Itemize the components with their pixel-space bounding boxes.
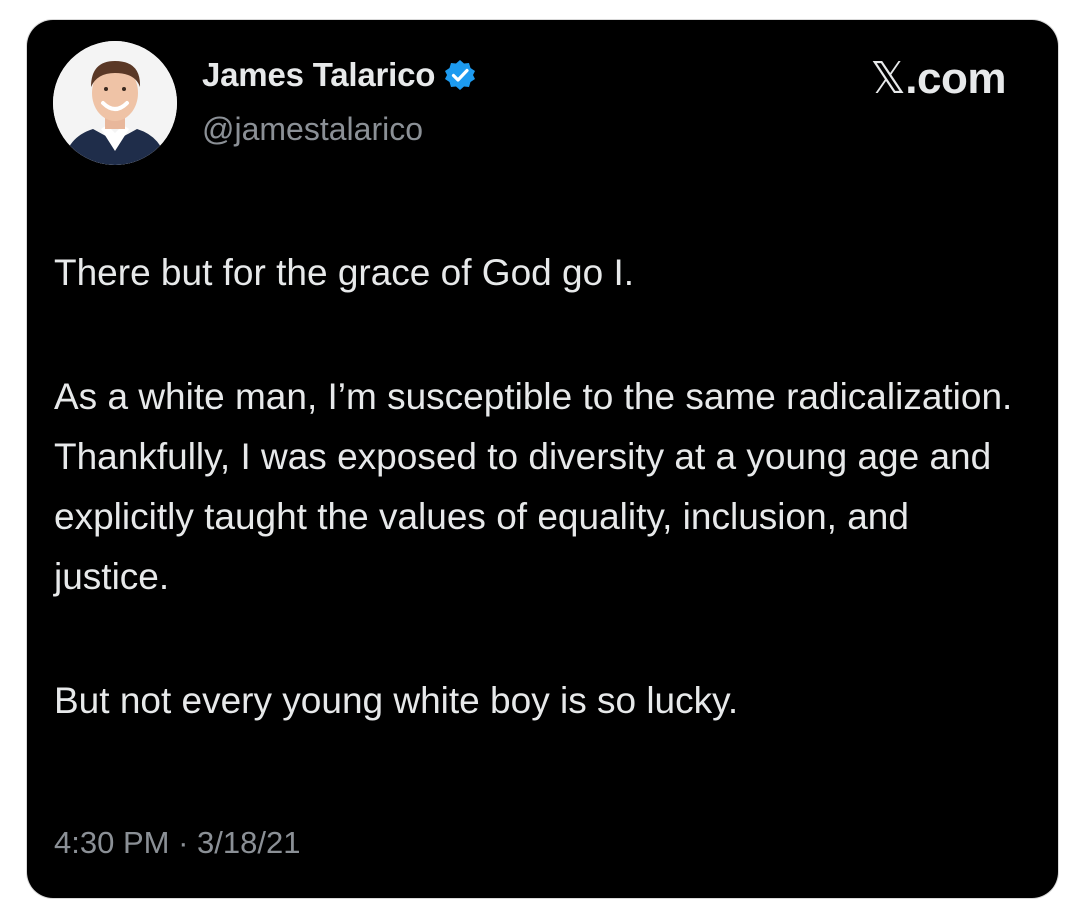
avatar[interactable] [53, 41, 177, 165]
tweet-date: 3/18/21 [197, 825, 301, 860]
author-name-row: James Talarico [202, 56, 477, 94]
brand-domain: .com [905, 54, 1006, 103]
timestamp-separator: · [178, 825, 189, 860]
tweet-paragraph: But not every young white boy is so luck… [54, 680, 739, 721]
tweet-paragraph: As a white man, I’m susceptible to the s… [54, 376, 1013, 597]
author-name[interactable]: James Talarico [202, 56, 435, 94]
tweet-time: 4:30 PM [54, 825, 170, 860]
tweet-timestamp[interactable]: 4:30 PM · 3/18/21 [54, 825, 300, 861]
tweet-card: James Talarico @jamestalarico 𝕏.com Ther… [27, 20, 1058, 898]
author-handle[interactable]: @jamestalarico [202, 111, 423, 148]
x-com-logo: 𝕏.com [870, 53, 1006, 104]
tweet-text: There but for the grace of God go I. As … [54, 243, 1034, 795]
x-logo-icon: 𝕏 [870, 53, 906, 104]
profile-photo-icon [53, 41, 177, 165]
tweet-paragraph: There but for the grace of God go I. [54, 252, 635, 293]
verified-badge-icon [443, 58, 477, 92]
